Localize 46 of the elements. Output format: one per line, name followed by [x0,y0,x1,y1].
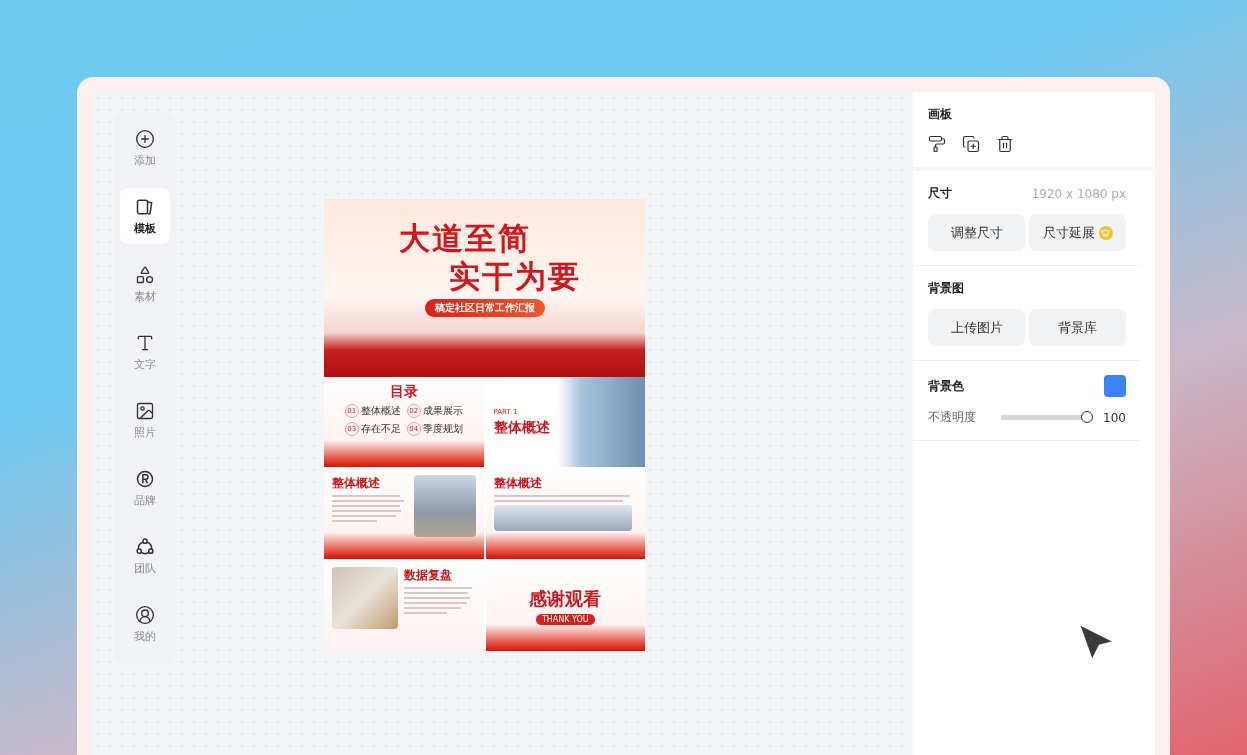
sidebar-item[interactable]: 素材 [120,256,170,312]
user-icon [135,604,155,625]
team-icon [135,536,155,557]
paint-roller-icon[interactable] [928,135,946,153]
slide-title: 感谢观看 [529,587,602,611]
photo-placeholder [413,475,476,537]
add-icon [135,128,155,149]
panel-button[interactable]: 上传图片 [928,309,1025,346]
slide-title: 目录 [389,383,418,401]
item-label: 整体概述 [360,404,401,418]
panel-button[interactable]: 调整尺寸 [928,214,1025,251]
sidebar-item[interactable]: 照片 [120,392,170,448]
sidebar-item[interactable]: 模板 [120,188,170,244]
image-icon [135,400,155,421]
section-title: 背景色 [928,377,964,395]
slide-title: 数据复盘 [404,567,453,584]
panel-button[interactable]: 尺寸延展 [1029,214,1126,251]
sidebar-item[interactable]: 品牌 [120,460,170,516]
registered-icon [135,468,155,489]
shapes-icon [135,264,155,285]
slide-subtitle: THANK YOU [535,614,595,625]
item-label: 存在不足 [360,422,401,436]
duplicate-icon[interactable] [962,135,980,153]
photo-placeholder [332,567,398,629]
crown-badge-icon [1098,225,1113,240]
section-title: 尺寸 [928,185,952,202]
sidebar-item[interactable]: 我的 [120,596,170,652]
slide-title: 实干为要 [448,259,581,294]
section-title: 画板 [928,106,953,123]
sidebar-item[interactable]: 添加 [120,120,170,176]
color-swatch[interactable] [1104,375,1126,397]
opacity-value: 100 [1103,410,1126,425]
slide-title: 整体概述 [332,475,381,492]
item-label: 成果展示 [422,404,463,418]
sidebar-item[interactable]: 文字 [120,324,170,380]
item-label: 季度规划 [422,422,463,436]
slide-subtitle: 稿定社区日常工作汇报 [424,299,545,318]
slide-title: 整体概述 [493,418,551,437]
panel-button[interactable]: 背景库 [1029,309,1126,346]
trash-icon[interactable] [996,135,1014,153]
opacity-label: 不透明度 [928,409,977,426]
section-title: 背景图 [928,280,964,297]
slide-title: 大道至简 [398,221,531,256]
sidebar-item[interactable]: 团队 [120,528,170,584]
slide-title: 整体概述 [493,475,543,492]
size-value: 1920 x 1080 px [1031,186,1126,201]
